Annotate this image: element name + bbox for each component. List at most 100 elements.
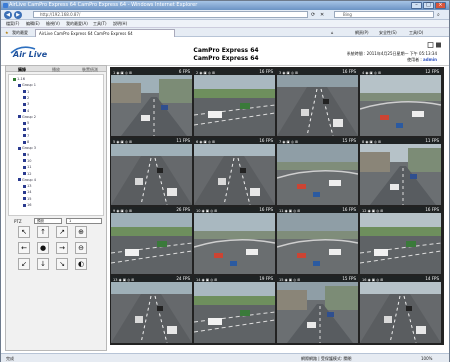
address-input[interactable]: http://192.168.0.87/ xyxy=(33,11,308,18)
ptz-button[interactable]: → xyxy=(56,242,68,254)
minimize-button[interactable]: – xyxy=(411,2,422,9)
ptz-button[interactable]: ↖ xyxy=(18,226,30,238)
camera-tile[interactable]: 10 ◉ ▣ ◎ ⊞ 16 FPS xyxy=(194,207,275,274)
camera-tile[interactable]: 8 ◉ ▣ ◎ ⊞ 11 FPS xyxy=(360,138,441,205)
camera-scene xyxy=(111,75,192,136)
ptz-button[interactable]: ↘ xyxy=(56,258,68,270)
toolbar-tools[interactable]: 工具(O) xyxy=(409,30,423,36)
tree-group-item[interactable]: Group 4 xyxy=(18,178,36,182)
refresh-icon[interactable]: ⟳ xyxy=(311,12,315,18)
camera-tile[interactable]: 13 ◉ ▣ ◎ ⊞ 24 FPS xyxy=(111,276,192,343)
tree-group-item[interactable]: Group 2 xyxy=(18,115,36,119)
tree-camera-item[interactable]: 6 xyxy=(23,127,29,131)
camera-tile[interactable]: 15 ◉ ▣ ◎ ⊞ 15 FPS xyxy=(277,276,358,343)
menu-view[interactable]: 檢視(V) xyxy=(46,21,60,27)
camera-tile[interactable]: 12 ◉ ▣ ◎ ⊞ 16 FPS xyxy=(360,207,441,274)
menu-file[interactable]: 檔案(F) xyxy=(6,21,19,27)
ptz-preset-select[interactable]: 預設 xyxy=(34,218,62,224)
tree-camera-item[interactable]: 16 xyxy=(23,203,31,207)
ptz-button[interactable]: ↑ xyxy=(37,226,49,238)
home-icon[interactable]: ⌂ xyxy=(331,30,334,35)
ptz-button[interactable]: ⊖ xyxy=(75,242,87,254)
forward-icon[interactable]: ▶ xyxy=(14,11,22,19)
folder-icon xyxy=(18,178,21,182)
sidebar-tabs: 攝錄 播放 裝置偵測 xyxy=(6,66,106,72)
tab-live[interactable]: 攝錄 xyxy=(18,67,26,73)
menu-edit[interactable]: 編輯(E) xyxy=(26,21,40,27)
ptz-button[interactable]: ● xyxy=(37,242,49,254)
menu-tools[interactable]: 工具(T) xyxy=(93,21,107,27)
toolbar-page[interactable]: 網頁(P) xyxy=(355,30,369,36)
camera-scene xyxy=(111,282,192,343)
tree-group-item[interactable]: Group 1 xyxy=(18,83,36,87)
ptz-button[interactable]: ↗ xyxy=(56,226,68,238)
tree-camera-item[interactable]: 8 xyxy=(23,140,29,144)
camera-scene xyxy=(111,144,192,205)
tree-item-label: Group 1 xyxy=(22,83,36,88)
tree-camera-item[interactable]: 11 xyxy=(23,165,31,169)
tree-camera-item[interactable]: 1 xyxy=(23,90,29,94)
tree-group-item[interactable]: Group 3 xyxy=(18,146,36,150)
app-subtitle: CamPro Express 64 xyxy=(193,55,259,62)
tree-item-label: 5 xyxy=(27,121,30,126)
search-icon[interactable]: ⌕ xyxy=(437,12,440,18)
camera-tile[interactable]: 4 ◉ ▣ ◎ ⊞ 12 FPS xyxy=(360,69,441,136)
layout-icon xyxy=(427,42,434,48)
camera-tile[interactable]: 7 ◉ ▣ ◎ ⊞ 15 FPS xyxy=(277,138,358,205)
camera-icon xyxy=(23,90,26,94)
camera-tile[interactable]: 9 ◉ ▣ ◎ ⊞ 26 FPS xyxy=(111,207,192,274)
ptz-button[interactable]: ◐ xyxy=(75,258,87,270)
tree-camera-item[interactable]: 15 xyxy=(23,197,31,201)
toolbar-safety[interactable]: 安全性(S) xyxy=(379,30,397,36)
menu-favorites[interactable]: 我的最愛(A) xyxy=(66,21,88,27)
tree-camera-item[interactable]: 14 xyxy=(23,190,31,194)
zoom-level[interactable]: 100% xyxy=(421,356,432,361)
camera-icon xyxy=(23,165,26,169)
camera-tile[interactable]: 6 ◉ ▣ ◎ ⊞ 16 FPS xyxy=(194,138,275,205)
tree-camera-item[interactable]: 9 xyxy=(23,153,29,157)
ptz-button[interactable]: ← xyxy=(18,242,30,254)
ptz-button[interactable]: ↙ xyxy=(18,258,30,270)
camera-scene xyxy=(194,213,275,274)
tab-playback[interactable]: 播放 xyxy=(52,67,60,73)
ptz-label: PTZ xyxy=(14,219,22,224)
search-input[interactable]: Bing xyxy=(334,11,434,18)
tab-device-detect[interactable]: 裝置偵測 xyxy=(82,67,98,73)
camera-tile[interactable]: 16 ◉ ▣ ◎ ⊞ 14 FPS xyxy=(360,276,441,343)
browser-tab[interactable]: AirLive CamPro Express 64 CamPro Express… xyxy=(35,29,175,37)
camera-icon xyxy=(23,184,26,188)
tree-item-label: 14 xyxy=(27,190,32,195)
tree-item-label: 4 xyxy=(27,108,30,113)
tree-item-label: 8 xyxy=(27,140,30,144)
tree-camera-item[interactable]: 2 xyxy=(23,96,29,100)
stop-icon[interactable]: ✕ xyxy=(320,12,324,18)
camera-tile[interactable]: 2 ◉ ▣ ◎ ⊞ 16 FPS xyxy=(194,69,275,136)
window-controls xyxy=(427,42,441,48)
back-icon[interactable]: ◀ xyxy=(4,11,12,19)
tree-camera-item[interactable]: 7 xyxy=(23,134,29,138)
tree-camera-item[interactable]: 5 xyxy=(23,121,29,125)
close-button[interactable]: × xyxy=(435,2,446,9)
tree-camera-item[interactable]: 4 xyxy=(23,109,29,113)
camera-tile[interactable]: 11 ◉ ▣ ◎ ⊞ 16 FPS xyxy=(277,207,358,274)
ptz-button[interactable]: ↓ xyxy=(37,258,49,270)
maximize-button[interactable]: □ xyxy=(423,2,434,9)
camera-tile[interactable]: 3 ◉ ▣ ◎ ⊞ 16 FPS xyxy=(277,69,358,136)
favorites-star-icon[interactable]: ★ xyxy=(5,30,9,35)
tree-camera-item[interactable]: 12 xyxy=(23,172,31,176)
exit-icon xyxy=(436,42,441,48)
tree-camera-item[interactable]: 13 xyxy=(23,184,31,188)
tree-camera-item[interactable]: 3 xyxy=(23,102,29,106)
camera-scene xyxy=(277,282,358,343)
user-label: 使用者 : xyxy=(407,57,422,62)
camera-tile[interactable]: 14 ◉ ▣ ◎ ⊞ 19 FPS xyxy=(194,276,275,343)
user-name[interactable]: admin xyxy=(423,57,437,62)
camera-tile[interactable]: 5 ◉ ▣ ◎ ⊞ 11 FPS xyxy=(111,138,192,205)
favorites-label[interactable]: 我的最愛 xyxy=(12,30,28,36)
ptz-button[interactable]: ⊕ xyxy=(75,226,87,238)
camera-tile[interactable]: 1 ◉ ▣ ◎ ⊞ 6 FPS xyxy=(111,69,192,136)
ptz-number-select[interactable]: 1 xyxy=(66,218,102,224)
tree-camera-item[interactable]: 10 xyxy=(23,159,31,163)
tree-group-item[interactable]: 1-16 xyxy=(13,77,25,81)
menu-help[interactable]: 說明(H) xyxy=(113,21,127,27)
